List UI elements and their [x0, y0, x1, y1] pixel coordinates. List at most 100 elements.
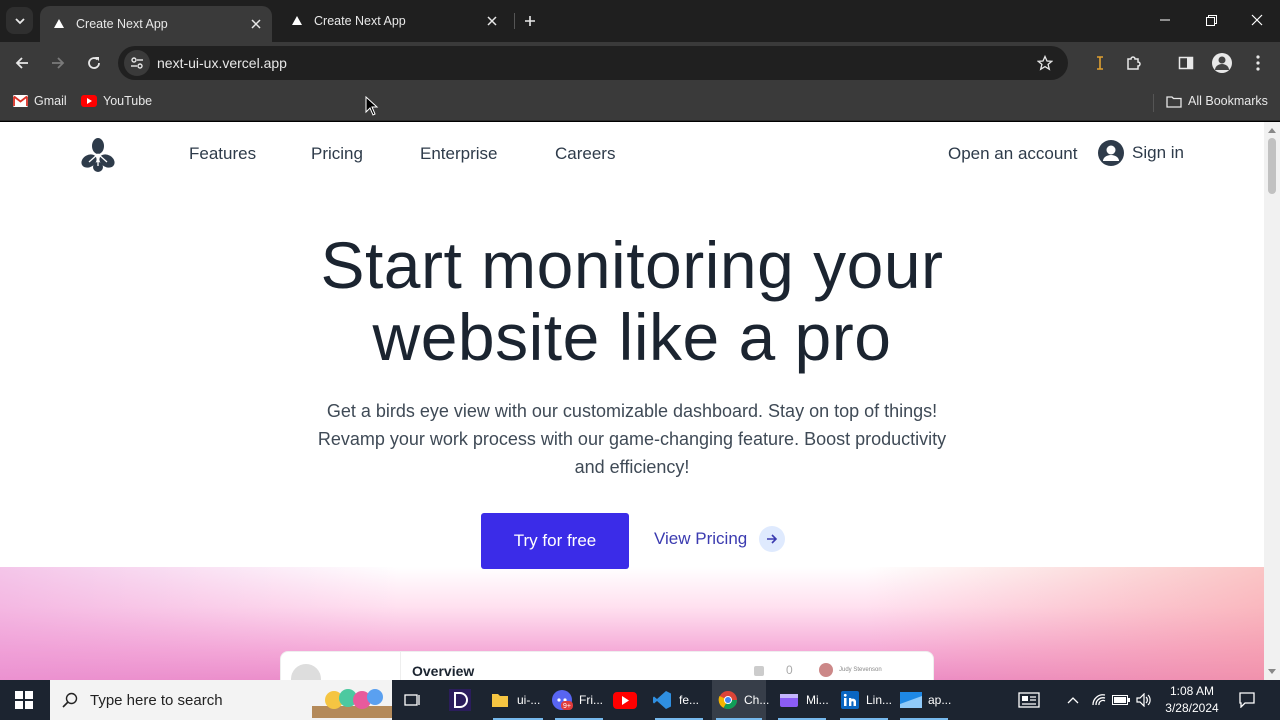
chrome-icon: [718, 689, 738, 711]
task-view-button[interactable]: [404, 680, 430, 720]
start-button[interactable]: [0, 680, 48, 720]
reload-button[interactable]: [80, 49, 108, 77]
taskbar-app-label: Mi...: [806, 693, 829, 707]
view-pricing-label: View Pricing: [654, 529, 748, 548]
gmail-icon: [12, 93, 28, 109]
nav-pricing[interactable]: Pricing: [311, 144, 363, 164]
clock-date: 3/28/2024: [1165, 701, 1219, 715]
windows-icon: [15, 691, 33, 709]
close-icon[interactable]: [246, 14, 266, 34]
web-page: Features Pricing Enterprise Careers Open…: [0, 122, 1264, 680]
extension-button[interactable]: [1086, 49, 1114, 77]
taskbar-app-video[interactable]: Mi...: [774, 680, 830, 720]
folder-icon: [1166, 93, 1182, 109]
taskbar-app-label: ui-...: [517, 693, 541, 707]
youtube-icon: [81, 93, 97, 109]
video-app-icon: [778, 689, 800, 711]
puzzle-icon: [1127, 56, 1141, 70]
volume-button[interactable]: [1133, 680, 1155, 720]
hero-title-line: website like a pro: [372, 300, 892, 374]
url-text[interactable]: next-ui-ux.vercel.app: [157, 55, 287, 71]
tab-active[interactable]: Create Next App: [40, 6, 272, 42]
avatar: [819, 663, 833, 677]
close-icon[interactable]: [482, 11, 502, 31]
nextjs-triangle-icon: [290, 14, 304, 28]
user-circle-icon: [1098, 140, 1124, 166]
profile-avatar-icon: [1212, 53, 1232, 73]
arrow-left-icon: [15, 57, 28, 69]
side-panel-button[interactable]: [1172, 49, 1200, 77]
folder-icon: [489, 689, 511, 711]
scroll-down-icon[interactable]: [1268, 668, 1276, 676]
dashboard-preview: Overview 0 Judy Stevenson: [280, 651, 934, 680]
tune-icon: [131, 57, 143, 69]
vscode-icon: [651, 689, 673, 711]
restore-icon: [1205, 14, 1217, 26]
minimize-icon: [1160, 19, 1170, 21]
site-info-button[interactable]: [124, 50, 150, 76]
mouse-cursor-icon: [365, 96, 379, 116]
nav-enterprise[interactable]: Enterprise: [420, 144, 497, 164]
windows-taskbar: Type here to search ui-... 9+ Fri... fe.…: [0, 680, 1280, 720]
taskbar-app-linkedin[interactable]: Lin...: [836, 680, 892, 720]
dashboard-sidebar: [281, 652, 401, 680]
minimize-button[interactable]: [1142, 0, 1188, 40]
network-button[interactable]: [1088, 680, 1110, 720]
taskbar-app-chrome[interactable]: Ch...: [712, 680, 770, 720]
back-button[interactable]: [8, 49, 36, 77]
reload-icon: [88, 57, 100, 69]
sign-in-button[interactable]: Sign in: [1097, 139, 1184, 167]
page-scrollbar[interactable]: [1264, 122, 1280, 680]
view-pricing-link[interactable]: View Pricing: [654, 526, 786, 552]
sign-in-label: Sign in: [1132, 143, 1184, 162]
task-view-icon: [404, 694, 420, 706]
bookmark-gmail[interactable]: Gmail: [12, 93, 67, 109]
taskbar-app-vscode[interactable]: fe...: [651, 680, 707, 720]
taskbar-app-discord[interactable]: 9+ Fri...: [551, 680, 607, 720]
volume-icon: [1136, 693, 1151, 707]
address-bar[interactable]: next-ui-ux.vercel.app: [118, 46, 1068, 80]
notifications-button[interactable]: [1234, 680, 1260, 720]
hero-subtitle: Get a birds eye view with our customizab…: [282, 397, 982, 481]
notification-icon: [1239, 692, 1255, 708]
taskbar-app-label: Ch...: [744, 693, 770, 707]
dashboard-logo-placeholder: [291, 664, 321, 680]
taskbar-app-other[interactable]: ap...: [896, 680, 952, 720]
open-account-link[interactable]: Open an account: [948, 144, 1077, 164]
bookmarks-separator: [1153, 94, 1154, 112]
new-tab-button[interactable]: [517, 8, 543, 34]
extensions-button[interactable]: [1119, 49, 1147, 77]
taskbar-clock[interactable]: 1:08 AM 3/28/2024: [1158, 683, 1226, 717]
battery-button[interactable]: [1110, 680, 1132, 720]
arrow-right-icon: [767, 534, 778, 544]
try-for-free-button[interactable]: Try for free: [481, 513, 629, 569]
nav-features[interactable]: Features: [189, 144, 256, 164]
all-bookmarks-label: All Bookmarks: [1188, 94, 1268, 108]
tab-search-button[interactable]: [6, 7, 33, 34]
tab-inactive[interactable]: Create Next App: [278, 6, 508, 36]
d-app-icon: [449, 689, 471, 711]
all-bookmarks-button[interactable]: All Bookmarks: [1166, 93, 1268, 109]
forward-button[interactable]: [44, 49, 72, 77]
taskbar-app-editor[interactable]: [449, 680, 477, 720]
browser-tab-bar: Create Next App Create Next App: [0, 0, 1280, 42]
show-hidden-icons-button[interactable]: [1062, 680, 1084, 720]
taskbar-search-box[interactable]: Type here to search: [50, 680, 392, 720]
chevron-down-icon: [14, 17, 25, 24]
taskbar-app-youtube[interactable]: [613, 680, 641, 720]
tab-title: Create Next App: [76, 17, 168, 31]
close-window-button[interactable]: [1234, 0, 1280, 40]
bookmark-star-button[interactable]: [1034, 52, 1056, 74]
scroll-up-icon[interactable]: [1268, 126, 1276, 134]
profile-button[interactable]: [1208, 49, 1236, 77]
taskbar-app-file-explorer[interactable]: ui-...: [489, 680, 547, 720]
nav-careers[interactable]: Careers: [555, 144, 615, 164]
dashboard-user-name: Judy Stevenson: [839, 667, 882, 673]
bookmark-youtube[interactable]: YouTube: [81, 93, 152, 109]
scrollbar-thumb[interactable]: [1268, 138, 1276, 194]
restore-button[interactable]: [1188, 0, 1234, 40]
side-panel-icon: [1178, 56, 1194, 70]
menu-button[interactable]: [1244, 49, 1272, 77]
brand-logo-icon[interactable]: [79, 136, 117, 174]
news-widget-button[interactable]: [1014, 680, 1044, 720]
